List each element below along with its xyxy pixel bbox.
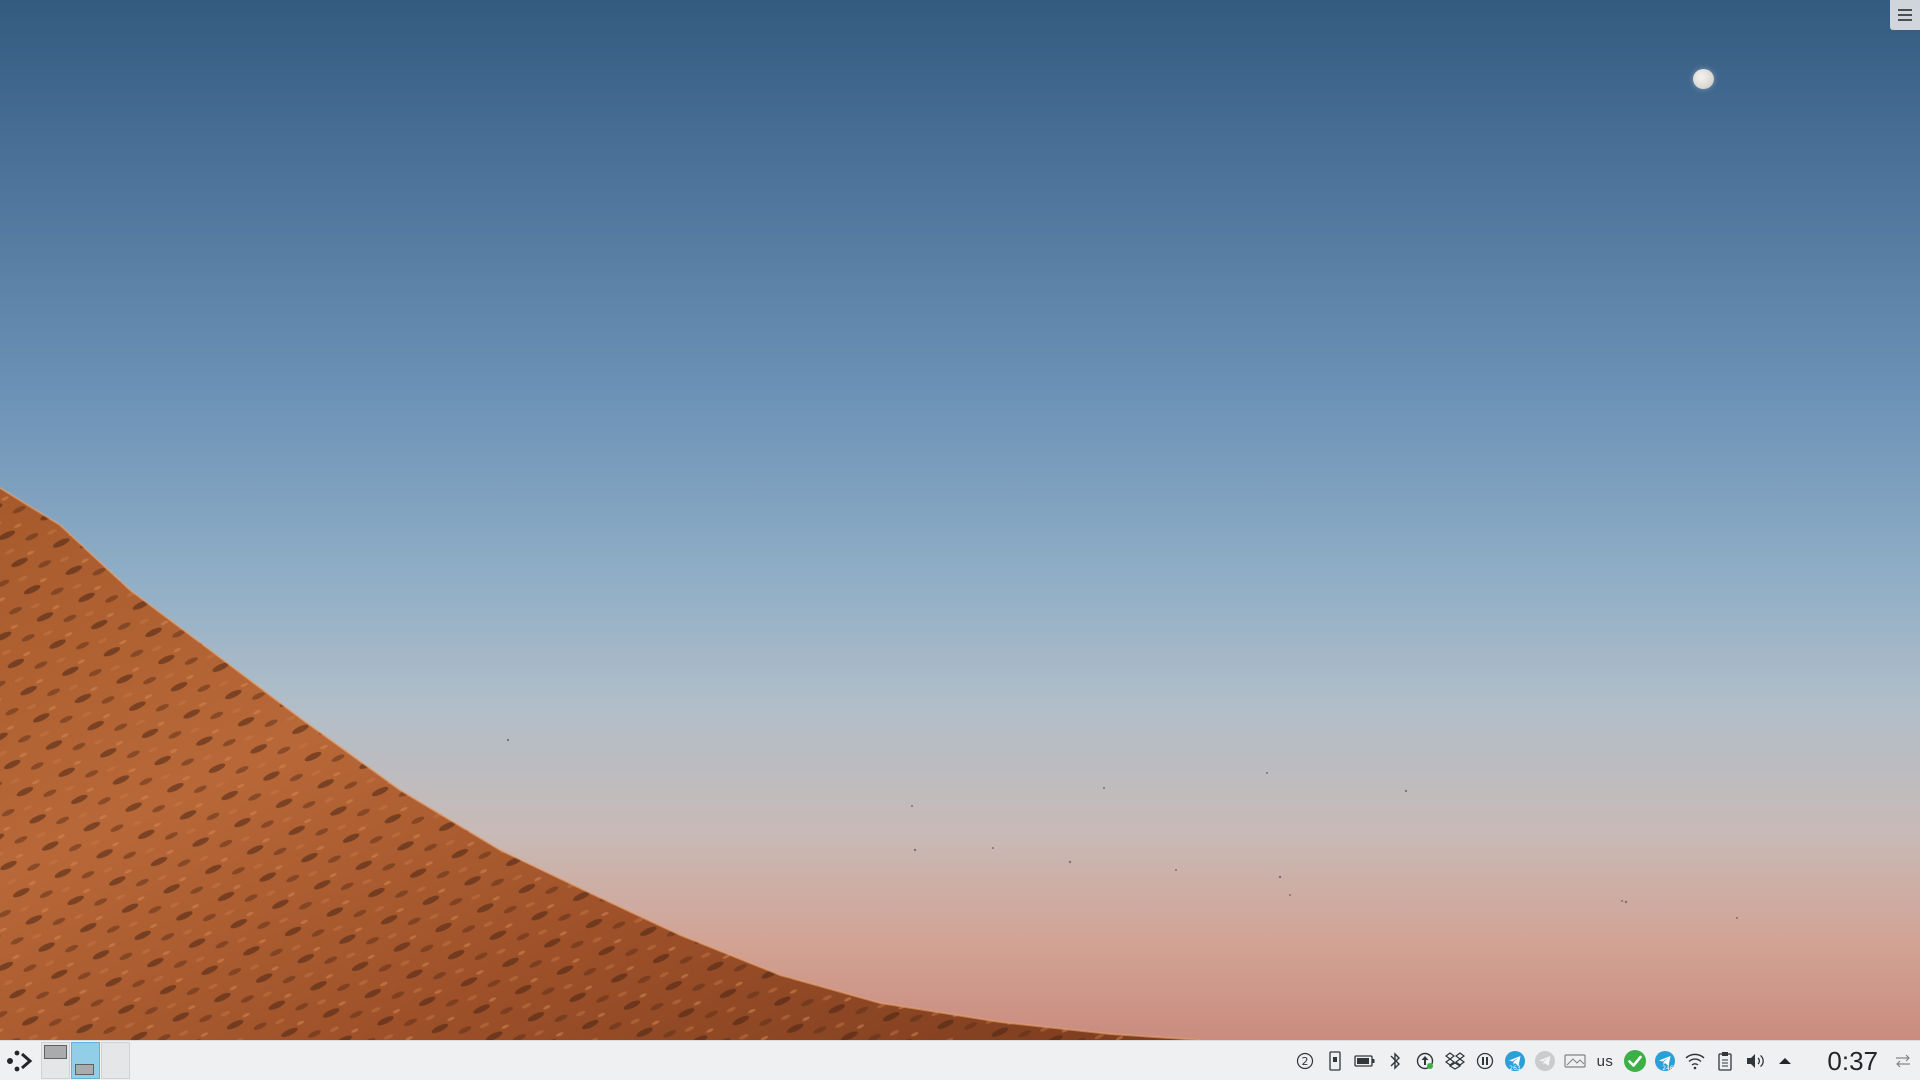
- display-icon: [1564, 1054, 1586, 1068]
- bluetooth-icon: [1390, 1052, 1400, 1070]
- volume-icon: [1747, 1054, 1764, 1068]
- virtual-desktop-pager: [41, 1042, 131, 1079]
- sync-ok-icon: [1624, 1050, 1646, 1072]
- tray-display[interactable]: [1560, 1041, 1590, 1081]
- desktop-wallpaper[interactable]: [0, 0, 1920, 1040]
- tray-device-notifier[interactable]: [1320, 1041, 1350, 1081]
- hillside: [0, 487, 1738, 1040]
- tray-bluetooth[interactable]: [1380, 1041, 1410, 1081]
- pager-desktop-3[interactable]: [101, 1042, 130, 1079]
- pager-desktop-1[interactable]: [41, 1042, 70, 1079]
- tray-telegram-2[interactable]: 246: [1650, 1041, 1680, 1081]
- telegram-unread-count: 263: [1509, 1065, 1521, 1072]
- bottom-panel: 2 263 us 246 0:37: [0, 1040, 1920, 1080]
- system-tray: 2 263 us 246: [1290, 1041, 1800, 1081]
- pager-window-thumb: [44, 1045, 67, 1059]
- keyboard-layout-indicator: us: [1596, 1052, 1614, 1070]
- tray-telegram[interactable]: 263: [1500, 1041, 1530, 1081]
- application-launcher-icon: [7, 1050, 33, 1072]
- telegram-inactive-icon: [1535, 1051, 1555, 1071]
- media-pause-icon: [1476, 1052, 1494, 1070]
- telegram-icon: 246: [1655, 1051, 1675, 1072]
- panel-options-icon: [1896, 1054, 1910, 1068]
- tray-clipboard[interactable]: [1710, 1041, 1740, 1081]
- tray-show-hidden[interactable]: [1770, 1041, 1800, 1081]
- digital-clock[interactable]: 0:37: [1827, 1041, 1878, 1081]
- device-notifier-icon: [1329, 1051, 1341, 1071]
- tray-network[interactable]: [1680, 1041, 1710, 1081]
- hamburger-menu-icon: [1898, 9, 1912, 21]
- clipboard-icon: [1718, 1052, 1732, 1071]
- telegram-icon: 263: [1505, 1051, 1525, 1072]
- panel-options-button[interactable]: [1890, 1049, 1916, 1073]
- tray-dropbox[interactable]: [1440, 1041, 1470, 1081]
- tray-help[interactable]: 2: [1290, 1041, 1320, 1081]
- pager-window-thumb: [75, 1064, 94, 1075]
- show-hidden-icons-arrow: [1779, 1058, 1791, 1064]
- battery-icon: [1354, 1055, 1375, 1067]
- tray-telegram-inactive[interactable]: [1530, 1041, 1560, 1081]
- help-circle-icon: 2: [1296, 1052, 1314, 1070]
- update-notifier-icon: [1416, 1052, 1434, 1070]
- desktop-toolbox-button[interactable]: [1890, 0, 1920, 30]
- tray-battery[interactable]: [1350, 1041, 1380, 1081]
- wifi-icon: [1685, 1053, 1705, 1070]
- tray-sync-status[interactable]: [1620, 1041, 1650, 1081]
- tray-keyboard-layout[interactable]: us: [1590, 1041, 1620, 1081]
- tray-media-player[interactable]: [1470, 1041, 1500, 1081]
- telegram-unread-count-2: 246: [1662, 1065, 1674, 1072]
- help-count: 2: [1302, 1055, 1309, 1068]
- tray-update-notifier[interactable]: [1410, 1041, 1440, 1081]
- tray-volume[interactable]: [1740, 1041, 1770, 1081]
- dropbox-icon: [1445, 1052, 1465, 1070]
- application-launcher-button[interactable]: [2, 1044, 36, 1078]
- pager-desktop-2[interactable]: [71, 1042, 100, 1079]
